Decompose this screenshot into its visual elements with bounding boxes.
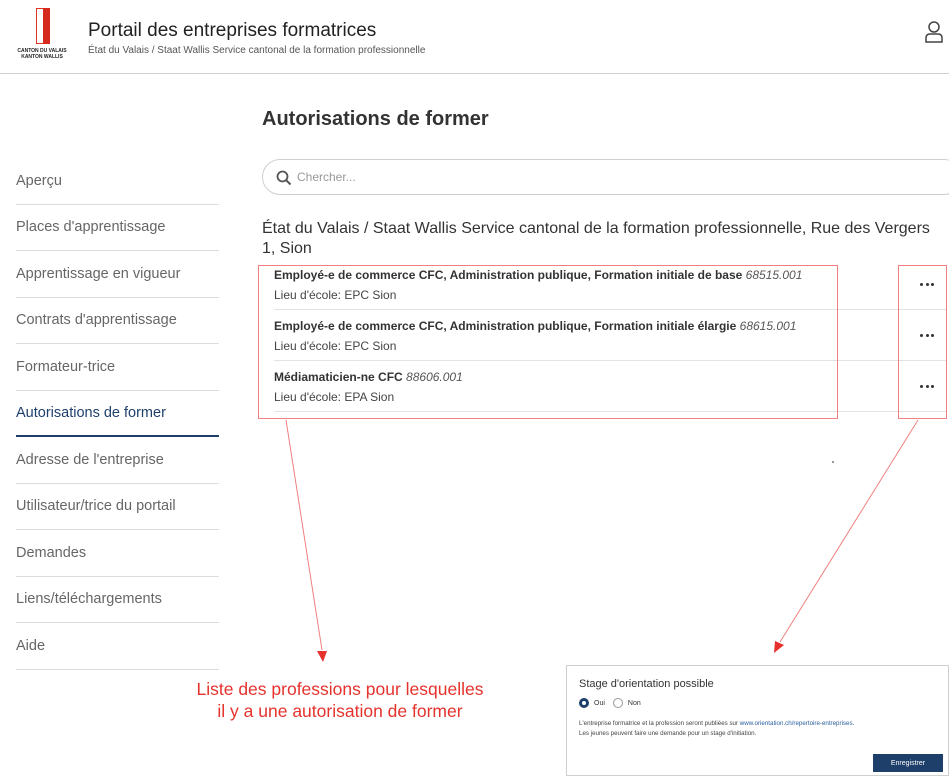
annotation-box-menu: [898, 265, 947, 419]
search-icon: [276, 170, 292, 186]
desc-line-2: Les jeunes peuvent faire une demande pou…: [579, 730, 757, 737]
annotation-box-list: [258, 265, 838, 419]
canton-coat-of-arms-icon: [36, 8, 50, 44]
annotation-line-2: il y a une autorisation de former: [217, 701, 463, 721]
internship-orientation-panel: Stage d'orientation possible Oui Non L'e…: [566, 665, 949, 776]
stray-dot: [832, 461, 834, 463]
panel-title: Stage d'orientation possible: [579, 678, 714, 690]
portal-title: Portail des entreprises formatrices: [88, 20, 377, 41]
sidebar-item-aide[interactable]: Aide: [16, 623, 219, 670]
canton-logo[interactable]: CANTON DU VALAIS KANTON WALLIS: [12, 8, 72, 64]
search-input[interactable]: [297, 166, 897, 188]
save-button[interactable]: Enregistrer: [873, 754, 943, 772]
radio-no-label: Non: [627, 699, 641, 707]
annotation-arrow-list: [285, 419, 323, 651]
user-icon[interactable]: [924, 20, 944, 44]
sidebar-item-places-apprentissage[interactable]: Places d'apprentissage: [16, 205, 219, 251]
radio-no[interactable]: [612, 698, 623, 708]
sidebar-item-utilisateur-portail[interactable]: Utilisateur/trice du portail: [16, 484, 219, 530]
sidebar-item-liens-telechargements[interactable]: Liens/téléchargements: [16, 577, 219, 623]
sidebar-item-autorisations-de-former[interactable]: Autorisations de former: [16, 391, 219, 437]
radio-yes[interactable]: [579, 698, 589, 708]
orientation-link[interactable]: www.orientation.ch/repertoire-entreprise…: [740, 720, 853, 727]
sidebar-item-adresse-entreprise[interactable]: Adresse de l'entreprise: [16, 437, 219, 484]
panel-description: L'entreprise formatrice et la profession…: [579, 719, 944, 739]
annotation-arrow-menu: [779, 419, 919, 643]
header: CANTON DU VALAIS KANTON WALLIS Portail d…: [0, 0, 949, 74]
annotation-arrowhead-list: [317, 651, 327, 662]
search-bar: [262, 159, 949, 195]
portal-subtitle: État du Valais / Staat Wallis Service ca…: [88, 45, 426, 56]
organization-heading: État du Valais / Staat Wallis Service ca…: [262, 220, 930, 257]
orientation-radio-group: Oui Non: [579, 698, 649, 708]
page-title: Autorisations de former: [262, 108, 489, 130]
sidebar-item-demandes[interactable]: Demandes: [16, 530, 219, 577]
sidebar-nav: Aperçu Places d'apprentissage Apprentiss…: [16, 158, 219, 670]
annotation-caption: Liste des professions pour lesquelles il…: [150, 678, 530, 722]
radio-yes-label: Oui: [594, 699, 605, 707]
desc-prefix: L'entreprise formatrice et la profession…: [579, 720, 740, 727]
annotation-arrowhead-menu: [774, 641, 784, 653]
sidebar-item-apercu[interactable]: Aperçu: [16, 158, 219, 205]
sidebar-item-formateur-trice[interactable]: Formateur-trice: [16, 344, 219, 391]
logo-text-de: KANTON WALLIS: [21, 54, 63, 60]
sidebar-item-contrats-apprentissage[interactable]: Contrats d'apprentissage: [16, 298, 219, 344]
annotation-line-1: Liste des professions pour lesquelles: [196, 679, 484, 699]
sidebar-item-apprentissage-en-vigueur[interactable]: Apprentissage en vigueur: [16, 251, 219, 298]
desc-suffix: .: [852, 720, 855, 727]
